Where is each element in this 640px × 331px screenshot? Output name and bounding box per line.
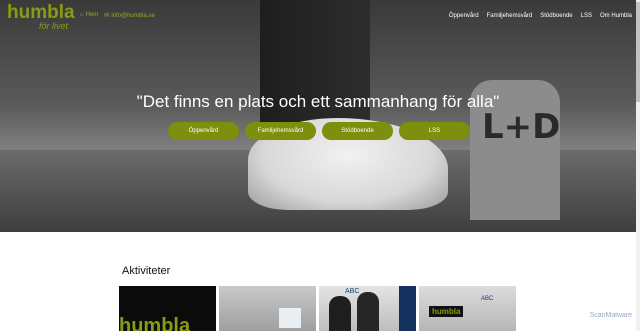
hero-buttons: Öppenvård Familjehemsvård Stödboende LSS (168, 122, 470, 140)
lss-button[interactable]: LSS (399, 122, 470, 140)
scrollbar-thumb[interactable] (636, 2, 640, 102)
card-person (357, 292, 379, 331)
card-person (329, 296, 351, 331)
hero-section: L+D (0, 0, 640, 232)
stodboende-button[interactable]: Stödboende (322, 122, 393, 140)
card-banner (399, 286, 416, 331)
card-photo-detail (279, 308, 301, 328)
nav-item-familjehemsvard[interactable]: Familjehemsvård (487, 13, 533, 19)
nav-item-lss[interactable]: LSS (581, 13, 592, 19)
scrollbar[interactable] (636, 0, 640, 331)
familjehemsvard-button[interactable]: Familjehemsvård (245, 122, 316, 140)
logo-word: humbla (7, 2, 75, 23)
activity-card[interactable] (219, 286, 316, 331)
activities-cards: humbla ABC humbla ABC (119, 286, 516, 331)
envelope-icon: ✉ (104, 13, 110, 19)
nav-item-oppenvard[interactable]: Öppenvård (449, 13, 479, 19)
main-nav: Öppenvård Familjehemsvård Stödboende LSS… (449, 13, 632, 19)
home-link[interactable]: ⌂ Hem (80, 12, 98, 19)
email-label: info@humbla.se (111, 13, 155, 19)
card-sign-text: ABC (345, 288, 360, 295)
activity-card[interactable]: ABC (319, 286, 416, 331)
contact-links: ⌂ Hem ✉ info@humbla.se (80, 12, 155, 19)
home-label: Hem (85, 12, 99, 18)
card-logo-text: humbla (429, 306, 464, 317)
wall-graffiti: L+D (482, 107, 561, 147)
watermark: ScanMalware (589, 312, 632, 319)
logo-tagline: för livet (39, 21, 69, 31)
site-logo[interactable]: humbla för livet (7, 2, 75, 31)
home-icon: ⌂ (80, 12, 84, 18)
activities-title: Aktiviteter (122, 265, 171, 277)
hero-tagline: "Det finns en plats och ett sammanhang f… (136, 92, 500, 111)
card-logo-text: humbla (119, 315, 191, 331)
email-link[interactable]: ✉ info@humbla.se (104, 12, 154, 19)
oppenvard-button[interactable]: Öppenvård (168, 122, 239, 140)
nav-item-om-humbla[interactable]: Om Humbla (600, 13, 632, 19)
activity-card[interactable]: humbla ABC (419, 286, 516, 331)
activity-card[interactable]: humbla (119, 286, 216, 331)
nav-item-stodboende[interactable]: Stödboende (540, 13, 572, 19)
card-banner-text: ABC (481, 296, 494, 302)
